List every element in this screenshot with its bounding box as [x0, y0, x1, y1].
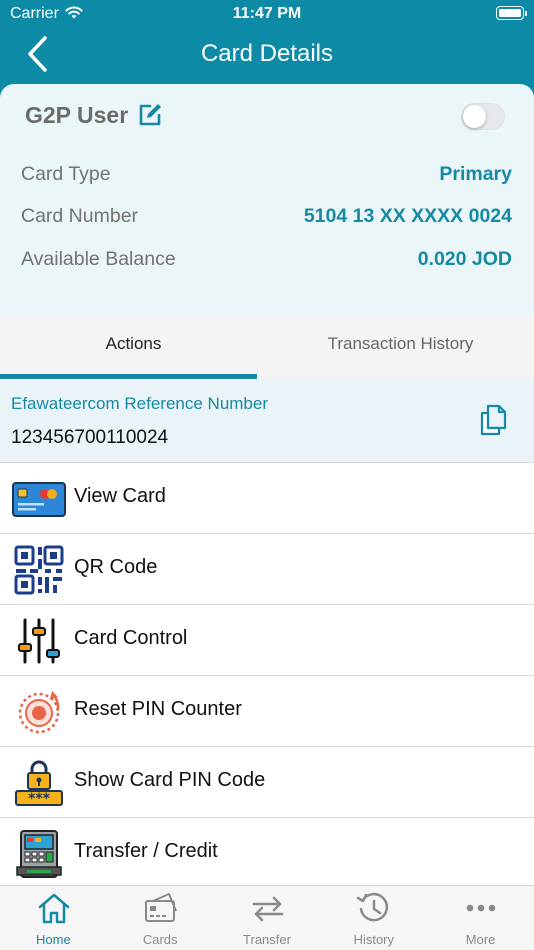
- menu-item-label: Reset PIN Counter: [74, 698, 242, 720]
- card-type-label: Card Type: [21, 163, 111, 185]
- reset-counter-icon: [18, 691, 60, 734]
- history-clock-icon: [357, 892, 389, 922]
- menu-item-qr-code[interactable]: QR Code: [0, 534, 534, 605]
- card-toggle-switch[interactable]: [461, 103, 505, 130]
- menu-item-label: QR Code: [74, 556, 158, 578]
- edit-icon[interactable]: [137, 102, 163, 128]
- card-icon: [144, 893, 177, 922]
- bottom-tab-bar: Home Cards Transfer History More: [0, 885, 534, 950]
- tab-transaction-history[interactable]: Transaction History: [267, 315, 534, 379]
- tab-transfer[interactable]: Transfer: [214, 886, 321, 950]
- tab-more-label: More: [465, 932, 496, 947]
- sliders-icon: [18, 618, 60, 664]
- tab-cards[interactable]: Cards: [107, 886, 214, 950]
- menu-item-label: Transfer / Credit: [74, 840, 218, 862]
- tab-home[interactable]: Home: [0, 886, 107, 950]
- card-summary: G2P User Card Type Primary Card Number 5…: [0, 84, 534, 316]
- menu-item-transfer-credit[interactable]: Transfer / Credit: [0, 818, 534, 889]
- reference-number-label: Efawateercom Reference Number: [11, 394, 269, 413]
- atm-icon: [16, 830, 62, 878]
- page-title: Card Details: [200, 40, 334, 67]
- segmented-tabs: Actions Transaction History: [0, 315, 534, 379]
- lock-pin-icon: ***: [15, 760, 63, 807]
- home-icon: [38, 893, 70, 924]
- tab-history[interactable]: History: [320, 886, 427, 950]
- card-number-label: Card Number: [21, 205, 139, 227]
- tab-transfer-label: Transfer: [243, 932, 291, 947]
- reference-number-section: Efawateercom Reference Number 1234567001…: [0, 379, 534, 463]
- menu-item-label: Card Control: [74, 627, 188, 649]
- reference-number-value: 123456700110024: [11, 427, 169, 448]
- tab-actions[interactable]: Actions: [0, 315, 267, 379]
- available-balance-value: 0.020 JOD: [417, 248, 512, 270]
- tab-history-label: History: [353, 932, 395, 947]
- menu-item-show-card-pin-code[interactable]: *** Show Card PIN Code: [0, 747, 534, 818]
- svg-text:***: ***: [28, 791, 51, 807]
- tab-home-label: Home: [36, 932, 71, 947]
- status-bar: Carrier 11:47 PM: [0, 0, 534, 30]
- toggle-knob: [463, 105, 486, 128]
- menu-item-card-control[interactable]: Card Control: [0, 605, 534, 676]
- card-type-value: Primary: [439, 163, 512, 185]
- available-balance-label: Available Balance: [21, 248, 176, 270]
- status-time: 11:47 PM: [232, 5, 302, 22]
- tab-more[interactable]: More: [427, 886, 534, 950]
- menu-item-label: View Card: [74, 485, 166, 507]
- navigation-bar: Card Details: [0, 30, 534, 78]
- tab-cards-label: Cards: [142, 932, 178, 947]
- card-number-value: 5104 13 XX XXXX 0024: [303, 205, 512, 227]
- qr-code-icon: [14, 545, 64, 595]
- menu-item-label: Show Card PIN Code: [74, 769, 266, 791]
- copy-icon[interactable]: [478, 403, 510, 437]
- menu-item-view-card[interactable]: View Card: [0, 463, 534, 534]
- credit-card-icon: [12, 482, 66, 517]
- battery-icon: [496, 6, 527, 20]
- transfer-arrows-icon: [252, 896, 283, 922]
- menu-item-reset-pin-counter[interactable]: Reset PIN Counter: [0, 676, 534, 747]
- card-holder-name: G2P User: [25, 102, 129, 128]
- more-dots-icon: [466, 904, 496, 912]
